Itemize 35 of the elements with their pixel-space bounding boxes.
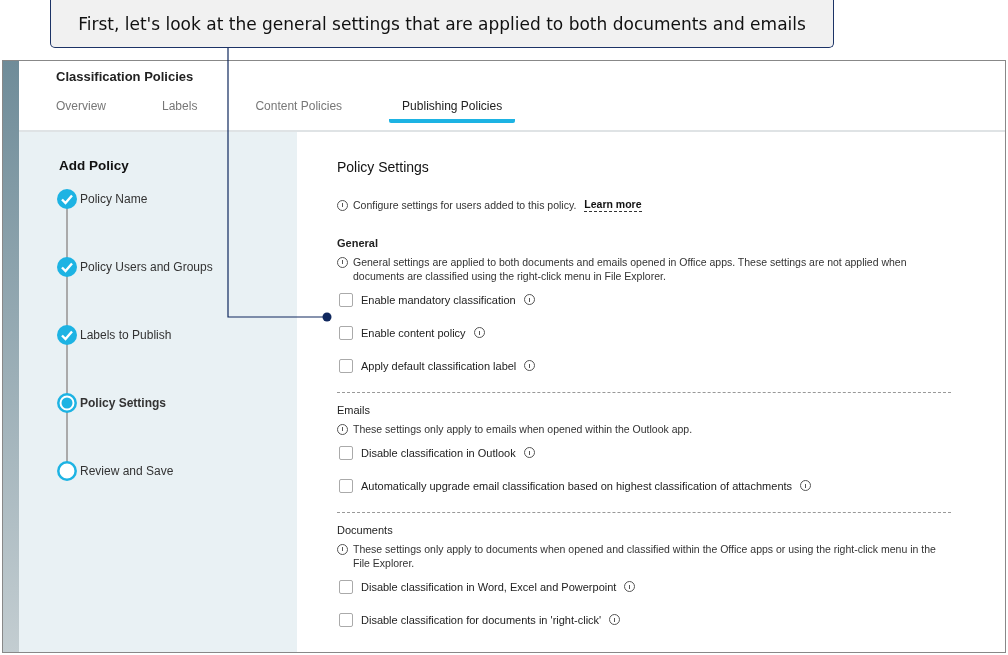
- intro-text: Configure settings for users added to this policy.: [353, 197, 577, 212]
- checkbox-label[interactable]: Automatically upgrade email classification based on highest classification of attachments: [361, 479, 793, 492]
- step-label[interactable]: Policy Name: [80, 189, 148, 209]
- checkbox-label[interactable]: Disable classification in Word, Excel and Powerpoint: [361, 580, 617, 593]
- checkbox[interactable]: [339, 612, 353, 627]
- checkbox-label[interactable]: Disable classification in Outlook: [361, 446, 516, 459]
- wizard-title: Add Policy: [59, 158, 130, 173]
- section-title: Policy Settings: [337, 159, 430, 175]
- group-description: General settings are applied to both documents and emails opened in Office apps. These settings are not applied when documents are classified using the right-click menu in File Explorer.: [353, 255, 908, 283]
- tab[interactable]: Publishing Policies: [389, 95, 516, 123]
- checkbox[interactable]: [339, 325, 353, 340]
- callout-box: First, let's look at the general settings that are applied to both documents and emails: [50, 0, 834, 48]
- checkbox[interactable]: [339, 445, 353, 460]
- group-heading: Documents: [337, 524, 394, 536]
- group-heading: General: [337, 237, 379, 249]
- tab[interactable]: Overview: [56, 95, 106, 123]
- group-heading: Emails: [337, 404, 371, 416]
- group-description: These settings only apply to documents when opened and classified within the Office apps or using the right-click menu in the File Explorer.: [353, 542, 937, 570]
- checkbox-label[interactable]: Enable content policy: [361, 326, 466, 339]
- checkbox[interactable]: [339, 579, 353, 594]
- checkbox[interactable]: [339, 478, 353, 493]
- tab[interactable]: Content Policies: [255, 95, 343, 123]
- step-label[interactable]: Review and Save: [80, 461, 174, 481]
- learn-more-link[interactable]: Learn more: [584, 197, 642, 212]
- step-label[interactable]: Policy Users and Groups: [80, 257, 213, 277]
- checkbox-label[interactable]: Disable classification for documents in 'right-click': [361, 613, 602, 626]
- page-title: Classification Policies: [56, 69, 195, 84]
- checkbox-label[interactable]: Enable mandatory classification: [361, 293, 516, 306]
- group-description: These settings only apply to emails when opened within the Outlook app.: [353, 422, 694, 436]
- step-label[interactable]: Policy Settings: [80, 393, 167, 413]
- tab[interactable]: Labels: [162, 95, 198, 123]
- step-label[interactable]: Labels to Publish: [80, 325, 172, 345]
- checkbox[interactable]: [339, 358, 353, 373]
- checkbox[interactable]: [339, 292, 353, 307]
- checkbox-label[interactable]: Apply default classification label: [361, 359, 517, 372]
